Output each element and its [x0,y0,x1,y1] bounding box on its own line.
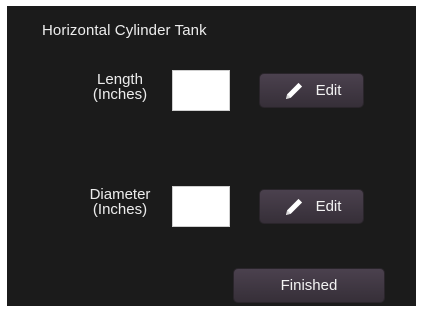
diameter-value-field[interactable] [172,186,230,227]
diameter-edit-button[interactable]: Edit [259,189,364,224]
pencil-icon [285,82,302,99]
diameter-label: Diameter (Inches) [89,186,151,218]
diameter-edit-label: Edit [315,198,342,215]
page-title: Horizontal Cylinder Tank [42,22,207,39]
finished-button[interactable]: Finished [233,268,385,303]
length-edit-label: Edit [315,82,342,99]
length-label: Length (Inches) [92,71,148,103]
tank-setup-panel: Horizontal Cylinder Tank Length (Inches)… [7,6,416,306]
pencil-icon [285,198,302,215]
length-edit-button[interactable]: Edit [259,73,364,108]
length-value-field[interactable] [172,70,230,111]
